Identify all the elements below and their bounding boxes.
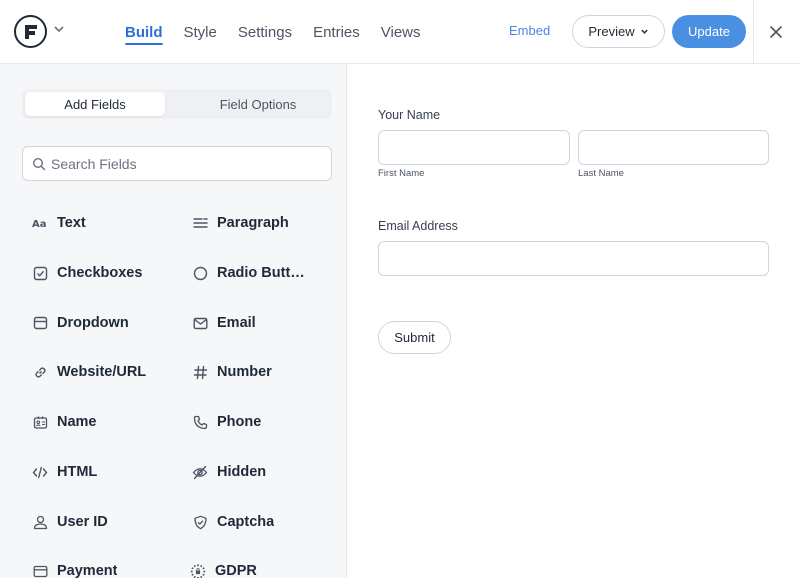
last-name-sublabel: Last Name [578, 168, 624, 179]
field-dropdown[interactable]: Dropdown [32, 311, 129, 335]
field-payment[interactable]: Payment [32, 559, 117, 578]
field-label: Name [57, 414, 97, 430]
search-fields-input[interactable] [51, 147, 321, 180]
dropdown-icon [32, 315, 48, 331]
eye-off-icon [192, 464, 208, 480]
field-label: Checkboxes [57, 265, 143, 281]
tab-style[interactable]: Style [184, 0, 217, 64]
chevron-down-icon [640, 29, 648, 34]
email-icon [192, 315, 208, 331]
field-label: Number [217, 364, 272, 380]
last-name-input[interactable] [578, 130, 769, 165]
formidable-logo-icon[interactable] [14, 15, 47, 48]
field-label: Phone [217, 414, 262, 430]
tab-entries[interactable]: Entries [313, 0, 360, 64]
email-address-label: Email Address [378, 219, 458, 233]
user-icon [32, 514, 48, 530]
field-name[interactable]: Name [32, 410, 97, 434]
close-icon[interactable] [765, 21, 787, 43]
credit-card-icon [32, 563, 48, 578]
field-text[interactable]: Aa Text [32, 211, 86, 235]
form-builder-app: Build Style Settings Entries Views Embed… [0, 0, 800, 578]
first-name-sublabel: First Name [378, 168, 425, 179]
field-phone[interactable]: Phone [192, 410, 261, 434]
field-label: Captcha [217, 514, 275, 530]
svg-text:Aa: Aa [32, 219, 47, 229]
gdpr-stars-icon [190, 563, 206, 578]
search-box [22, 146, 332, 181]
tab-field-options[interactable]: Field Options [188, 92, 328, 116]
field-label: GDPR [215, 563, 257, 578]
code-icon [32, 464, 48, 480]
checkbox-icon [32, 265, 48, 281]
field-label: Dropdown [57, 315, 129, 331]
sidebar-tab-switch: Add Fields Field Options [22, 89, 332, 119]
field-label: Text [57, 215, 86, 231]
field-label: Email [217, 315, 256, 331]
first-name-input[interactable] [378, 130, 570, 165]
field-captcha[interactable]: Captcha [192, 510, 274, 534]
field-gdpr[interactable]: GDPR [190, 559, 257, 578]
shield-check-icon [192, 514, 208, 530]
hash-icon [192, 364, 208, 380]
preview-button[interactable]: Preview [572, 15, 665, 48]
tab-add-fields[interactable]: Add Fields [25, 92, 165, 116]
fields-sidebar: Add Fields Field Options Aa Text Paragra… [0, 64, 347, 578]
field-website-url[interactable]: Website/URL [32, 360, 146, 384]
paragraph-icon [192, 215, 208, 231]
main-nav: Build Style Settings Entries Views [125, 0, 442, 64]
tab-views[interactable]: Views [381, 0, 421, 64]
field-label: Website/URL [57, 364, 147, 380]
embed-link[interactable]: Embed [509, 23, 550, 38]
field-radio-buttons[interactable]: Radio Buttons [192, 261, 309, 285]
field-label: Radio Buttons [217, 265, 309, 281]
field-label: Paragraph [217, 215, 289, 231]
radio-icon [192, 265, 208, 281]
tab-build[interactable]: Build [125, 0, 163, 64]
your-name-label: Your Name [378, 108, 441, 122]
field-label: Hidden [217, 464, 267, 480]
chevron-down-icon[interactable] [53, 22, 65, 40]
field-email[interactable]: Email [192, 311, 256, 335]
preview-button-label: Preview [588, 24, 635, 39]
tab-settings[interactable]: Settings [238, 0, 292, 64]
field-html[interactable]: HTML [32, 460, 97, 484]
field-user-id[interactable]: User ID [32, 510, 108, 534]
field-paragraph[interactable]: Paragraph [192, 211, 289, 235]
form-preview-canvas: Your Name First Name Last Name Email Add… [348, 64, 800, 578]
update-button[interactable]: Update [672, 15, 746, 48]
email-address-input[interactable] [378, 241, 769, 276]
submit-button[interactable]: Submit [378, 321, 451, 354]
top-header: Build Style Settings Entries Views Embed… [0, 0, 800, 64]
search-icon [32, 157, 46, 176]
field-label: HTML [57, 464, 98, 480]
field-label: User ID [57, 514, 108, 530]
link-icon [32, 364, 48, 380]
field-checkboxes[interactable]: Checkboxes [32, 261, 142, 285]
header-divider [753, 0, 754, 64]
text-icon: Aa [32, 215, 48, 231]
phone-icon [192, 414, 208, 430]
field-hidden[interactable]: Hidden [192, 460, 266, 484]
field-number[interactable]: Number [192, 360, 272, 384]
id-card-icon [32, 414, 48, 430]
field-label: Payment [57, 563, 118, 578]
